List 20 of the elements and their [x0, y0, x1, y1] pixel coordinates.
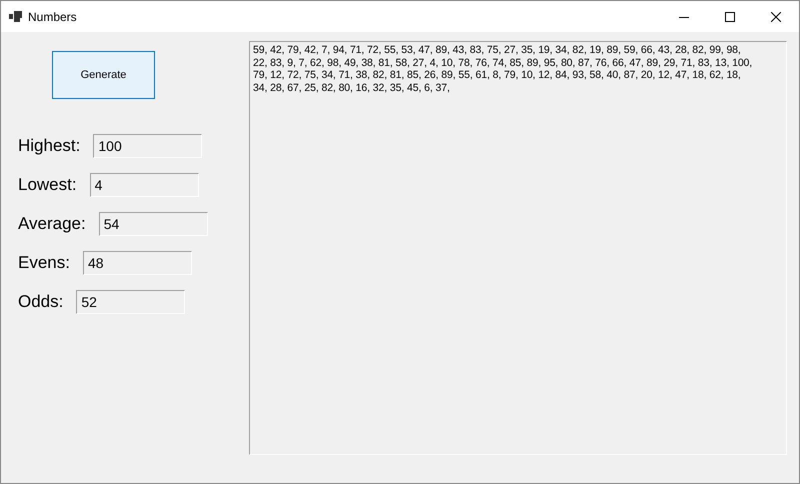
stat-field[interactable]: 48: [82, 251, 192, 275]
stat-field[interactable]: 54: [98, 212, 208, 236]
stat-label: Lowest:: [18, 175, 77, 195]
maximize-icon: [725, 12, 735, 22]
output-line: 79, 12, 72, 75, 34, 71, 38, 82, 81, 85, 26, 89, 55, 61, 8, 79, 10, 12, 84, 93, 58, 40, 87, 20, 12, 47, 18, 62, 18,: [253, 69, 742, 82]
stat-label: Average:: [18, 214, 86, 234]
stat-field[interactable]: 4: [90, 173, 199, 197]
output-line: 59, 42, 79, 42, 7, 94, 71, 72, 55, 53, 47, 89, 43, 83, 75, 27, 35, 19, 34, 82, 19, 89, 59, 66, 43, 28, 82, 99, 98,: [253, 44, 742, 56]
generate-button[interactable]: Generate: [52, 51, 155, 99]
output-text-area[interactable]: [249, 41, 787, 455]
close-icon: [771, 12, 781, 22]
output-line: 22, 83, 9, 7, 62, 98, 49, 38, 81, 58, 27, 4, 10, 78, 76, 74, 85, 89, 95, 80, 87, 76, 66, 47, 89, 29, 71, 83, 13, 100,: [253, 56, 754, 69]
stat-label: Evens:: [18, 253, 70, 273]
app-icon: [9, 11, 22, 22]
stat-field[interactable]: 52: [76, 290, 186, 314]
stat-field[interactable]: 100: [93, 134, 202, 158]
stat-label: Odds:: [18, 292, 64, 312]
output-line: 34, 28, 67, 25, 82, 80, 16, 32, 35, 45, 6, 37,: [253, 82, 451, 94]
stat-label: Highest:: [18, 136, 80, 156]
window-title: Numbers: [28, 10, 77, 24]
